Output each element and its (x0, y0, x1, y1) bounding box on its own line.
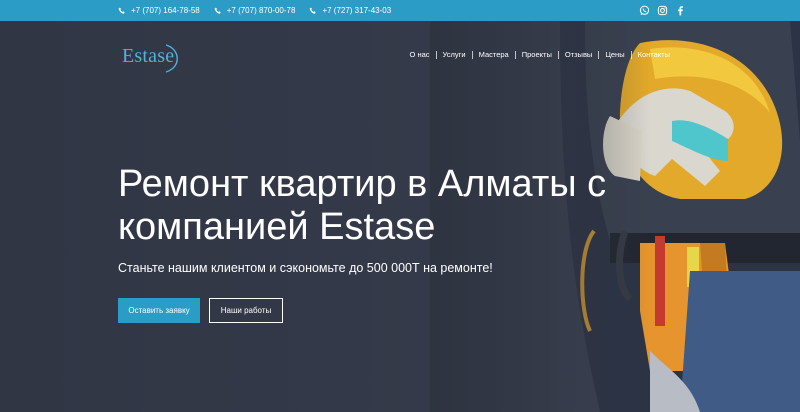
nav-item-reviews[interactable]: Отзывы (557, 51, 598, 59)
nav-item-masters[interactable]: Мастера (471, 51, 515, 59)
phone-number: +7 (707) 164-78-58 (131, 6, 200, 15)
our-works-button[interactable]: Наши работы (209, 298, 283, 323)
top-contact-bar: +7 (707) 164-78-58 +7 (707) 870-00-78 +7… (0, 0, 800, 21)
logo[interactable]: Estase (122, 41, 182, 75)
whatsapp-icon[interactable] (639, 5, 650, 16)
facebook-icon[interactable] (675, 5, 686, 16)
social-links (639, 0, 686, 21)
nav-item-prices[interactable]: Цены (598, 51, 630, 59)
phone-link[interactable]: +7 (707) 870-00-78 (214, 6, 296, 15)
logo-text: Estase (122, 45, 175, 67)
phone-icon (310, 7, 317, 14)
hero-section: Estase О нас Услуги Мастера Проекты Отзы… (0, 21, 800, 412)
phone-number: +7 (707) 870-00-78 (226, 6, 296, 15)
nav-item-services[interactable]: Услуги (435, 51, 472, 59)
nav-item-contacts[interactable]: Контакты (630, 51, 676, 59)
nav-item-about[interactable]: О нас (404, 51, 436, 59)
request-button[interactable]: Оставить заявку (118, 298, 200, 323)
phone-icon (214, 7, 221, 14)
phone-list: +7 (707) 164-78-58 +7 (707) 870-00-78 +7… (118, 0, 391, 21)
hero-subtitle: Станьте нашим клиентом и сэкономьте до 5… (118, 261, 493, 275)
nav-item-projects[interactable]: Проекты (514, 51, 558, 59)
phone-link[interactable]: +7 (727) 317-43-03 (309, 6, 391, 15)
phone-icon (118, 7, 125, 14)
phone-number: +7 (727) 317-43-03 (322, 6, 392, 15)
instagram-icon[interactable] (657, 5, 668, 16)
phone-link[interactable]: +7 (707) 164-78-58 (118, 6, 200, 15)
hero-title: Ремонт квартир в Алматы с компанией Esta… (118, 163, 607, 248)
main-nav: О нас Услуги Мастера Проекты Отзывы Цены… (404, 51, 676, 59)
